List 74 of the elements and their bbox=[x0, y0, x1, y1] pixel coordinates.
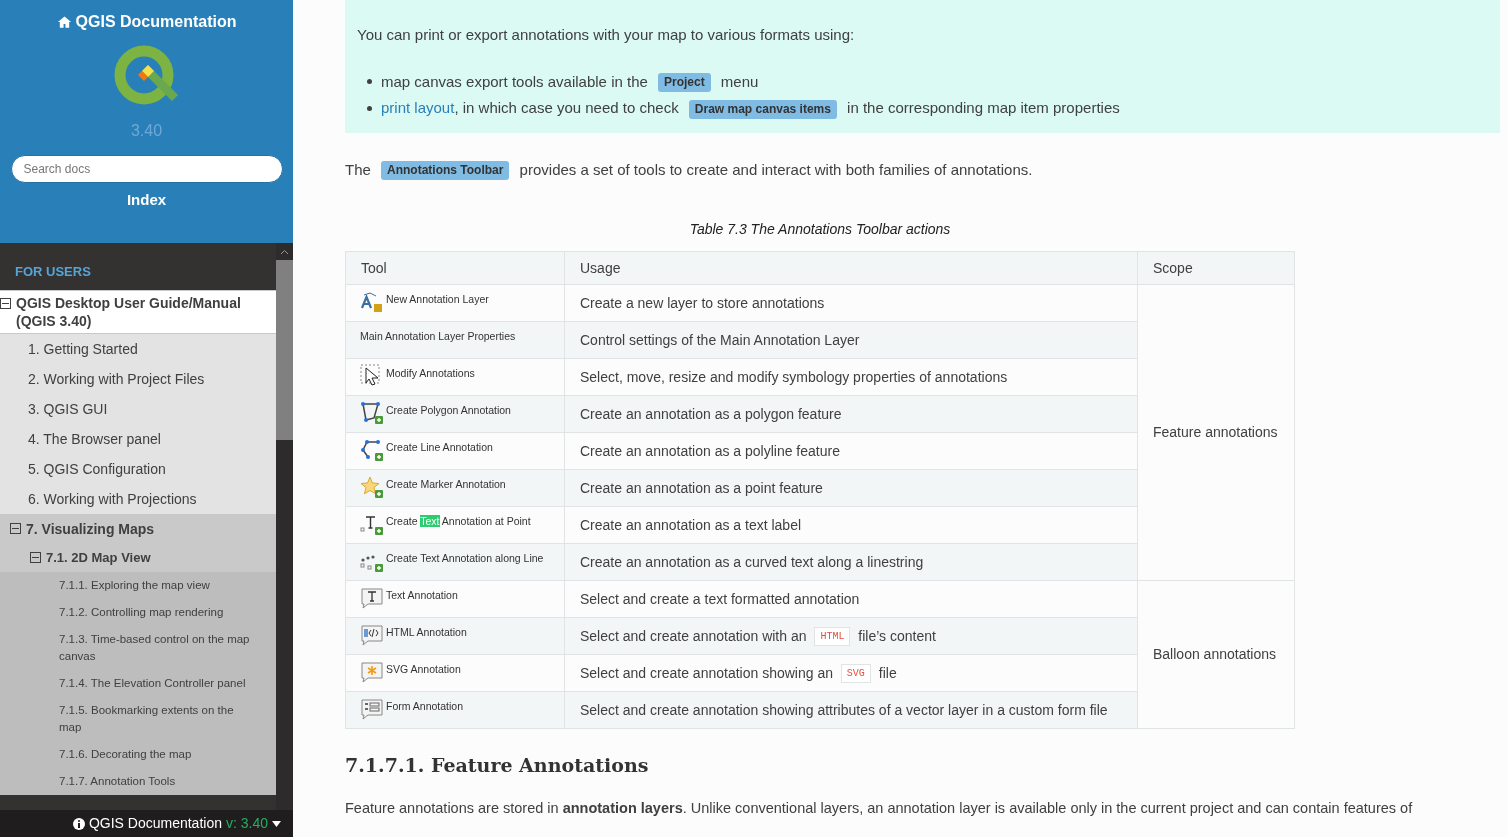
search-highlight: Text bbox=[420, 515, 440, 527]
nav-item[interactable]: 6. Working with Projections bbox=[0, 483, 276, 514]
collapse-icon[interactable] bbox=[10, 522, 21, 534]
nav-item[interactable]: 7.1.4. The Elevation Controller panel bbox=[0, 669, 276, 697]
scope-cell: Feature annotations bbox=[1137, 284, 1295, 581]
version-footer[interactable]: QGIS Documentation v: 3.40 bbox=[0, 810, 293, 837]
code-literal: SVG bbox=[840, 664, 871, 684]
collapse-icon[interactable] bbox=[0, 297, 11, 309]
star-plus-icon bbox=[360, 475, 384, 499]
scrollbar-thumb[interactable] bbox=[276, 260, 293, 440]
footer-label: QGIS Documentation bbox=[88, 814, 222, 833]
nav-item[interactable]: 7.1.2. Controlling map rendering bbox=[0, 598, 276, 626]
intro-text: The Annotations Toolbar provides a set of tools to create and interact with both families of annotations. bbox=[345, 158, 1500, 181]
form-callout-icon bbox=[360, 697, 384, 721]
nav-item[interactable]: 7. Visualizing Maps bbox=[0, 513, 276, 544]
info-icon bbox=[72, 817, 85, 830]
bullet-item: print layout, in which case you need to check Draw map canvas items in the corresponding map item properties bbox=[367, 97, 1500, 120]
nav-item[interactable]: 7.1. 2D Map View bbox=[0, 543, 276, 572]
tool-name: New Annotation Layer bbox=[386, 292, 489, 307]
gui-label: Project bbox=[658, 73, 711, 93]
tool-name: Form Annotation bbox=[386, 699, 464, 714]
nav-item[interactable]: 4. The Browser panel bbox=[0, 423, 276, 454]
polygon-plus-icon bbox=[360, 401, 384, 425]
text-layer-icon bbox=[360, 290, 384, 314]
tool-name: Create Text Annotation along Line bbox=[386, 551, 544, 566]
nav-item[interactable]: 7.1.5. Bookmarking extents on the map bbox=[0, 696, 276, 741]
index-link[interactable]: Index bbox=[126, 189, 167, 212]
nav-item[interactable]: 2. Working with Project Files bbox=[0, 363, 276, 394]
polyline-plus-icon bbox=[360, 438, 384, 462]
tool-name: Text Annotation bbox=[386, 588, 458, 603]
nav-item[interactable]: 3. QGIS GUI bbox=[0, 393, 276, 424]
scope-cell: Balloon annotations bbox=[1137, 580, 1295, 729]
tool-name: Create Text Annotation at Point bbox=[386, 514, 531, 529]
tool-name: Create Marker Annotation bbox=[386, 477, 506, 492]
home-icon bbox=[56, 15, 72, 29]
section-paragraph: Feature annotations are stored in annotation layers. Unlike conventional layers, an annotation layer is available only in the current project and can contain features of bbox=[345, 798, 1414, 818]
version-label: 3.40 bbox=[130, 121, 163, 141]
usage-cell: Select and create a text formatted annotation bbox=[564, 580, 1138, 618]
nav-item[interactable]: 7.1.1. Exploring the map view bbox=[0, 571, 276, 599]
search-field[interactable]: Search docs bbox=[10, 155, 283, 183]
tool-name: HTML Annotation bbox=[386, 625, 467, 640]
bullet-item: map canvas export tools available in the Project menu bbox=[367, 70, 1500, 93]
asterisk-callout-icon bbox=[360, 660, 384, 684]
collapse-icon[interactable] bbox=[30, 551, 41, 563]
nav-item[interactable]: QGIS Desktop User Guide/Manual (QGIS 3.40) bbox=[0, 289, 276, 334]
tool-name: Create Line Annotation bbox=[386, 440, 493, 455]
nav-item[interactable]: 5. QGIS Configuration bbox=[0, 453, 276, 484]
table-caption: Table 7.3 The Annotations Toolbar actions bbox=[688, 220, 952, 239]
scroll-up-icon[interactable] bbox=[280, 248, 289, 255]
gui-label: Draw map canvas items bbox=[688, 99, 837, 119]
column-header: Tool bbox=[345, 251, 565, 285]
docs-title-link[interactable]: QGIS Documentation bbox=[75, 10, 237, 34]
usage-cell: Create a new layer to store annotations bbox=[564, 284, 1138, 322]
nav-item[interactable]: 7.1.7. Annotation Tools bbox=[0, 767, 276, 795]
footer-version: v: 3.40 bbox=[225, 814, 268, 833]
nav-item[interactable]: 7.1.3. Time-based control on the map canvas bbox=[0, 625, 276, 670]
tool-name: Create Polygon Annotation bbox=[386, 403, 511, 418]
note-text: You can print or export annotations with your map to various formats using: bbox=[357, 25, 856, 45]
tool-name: Modify Annotations bbox=[386, 366, 475, 381]
column-header: Usage bbox=[564, 251, 1138, 285]
nav-caption: FOR USERS bbox=[14, 263, 92, 281]
scrollbar[interactable] bbox=[276, 243, 293, 810]
column-header: Scope bbox=[1137, 251, 1295, 285]
code-callout-icon bbox=[360, 623, 384, 647]
section-heading: 7.1.7.1. Feature Annotations bbox=[345, 753, 650, 778]
code-literal: HTML bbox=[814, 627, 851, 647]
tool-name: SVG Annotation bbox=[386, 662, 461, 677]
text-callout-icon bbox=[360, 586, 384, 610]
nav-item[interactable]: 1. Getting Started bbox=[0, 333, 276, 364]
caret-icon bbox=[272, 820, 281, 827]
print-layout-link[interactable]: print layout bbox=[381, 99, 455, 116]
nav-item[interactable]: 7.1.6. Decorating the map bbox=[0, 740, 276, 768]
gui-label: Annotations Toolbar bbox=[381, 161, 510, 181]
tool-name: Main Annotation Layer Properties bbox=[360, 329, 516, 344]
